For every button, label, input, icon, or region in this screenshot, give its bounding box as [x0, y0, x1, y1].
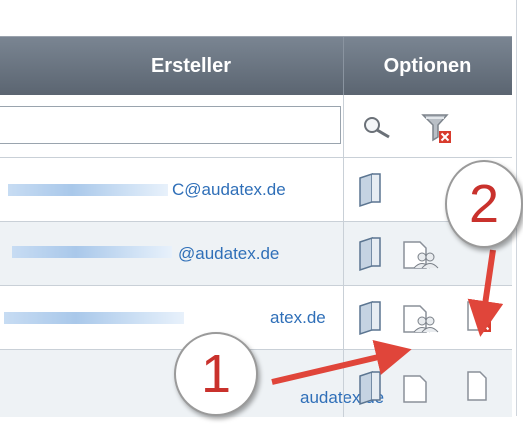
arrow-to-users-icon — [271, 339, 412, 385]
callout-1: 1 — [174, 332, 258, 416]
callout-2: 2 — [445, 160, 523, 248]
arrow-to-delete-icon — [467, 249, 504, 337]
